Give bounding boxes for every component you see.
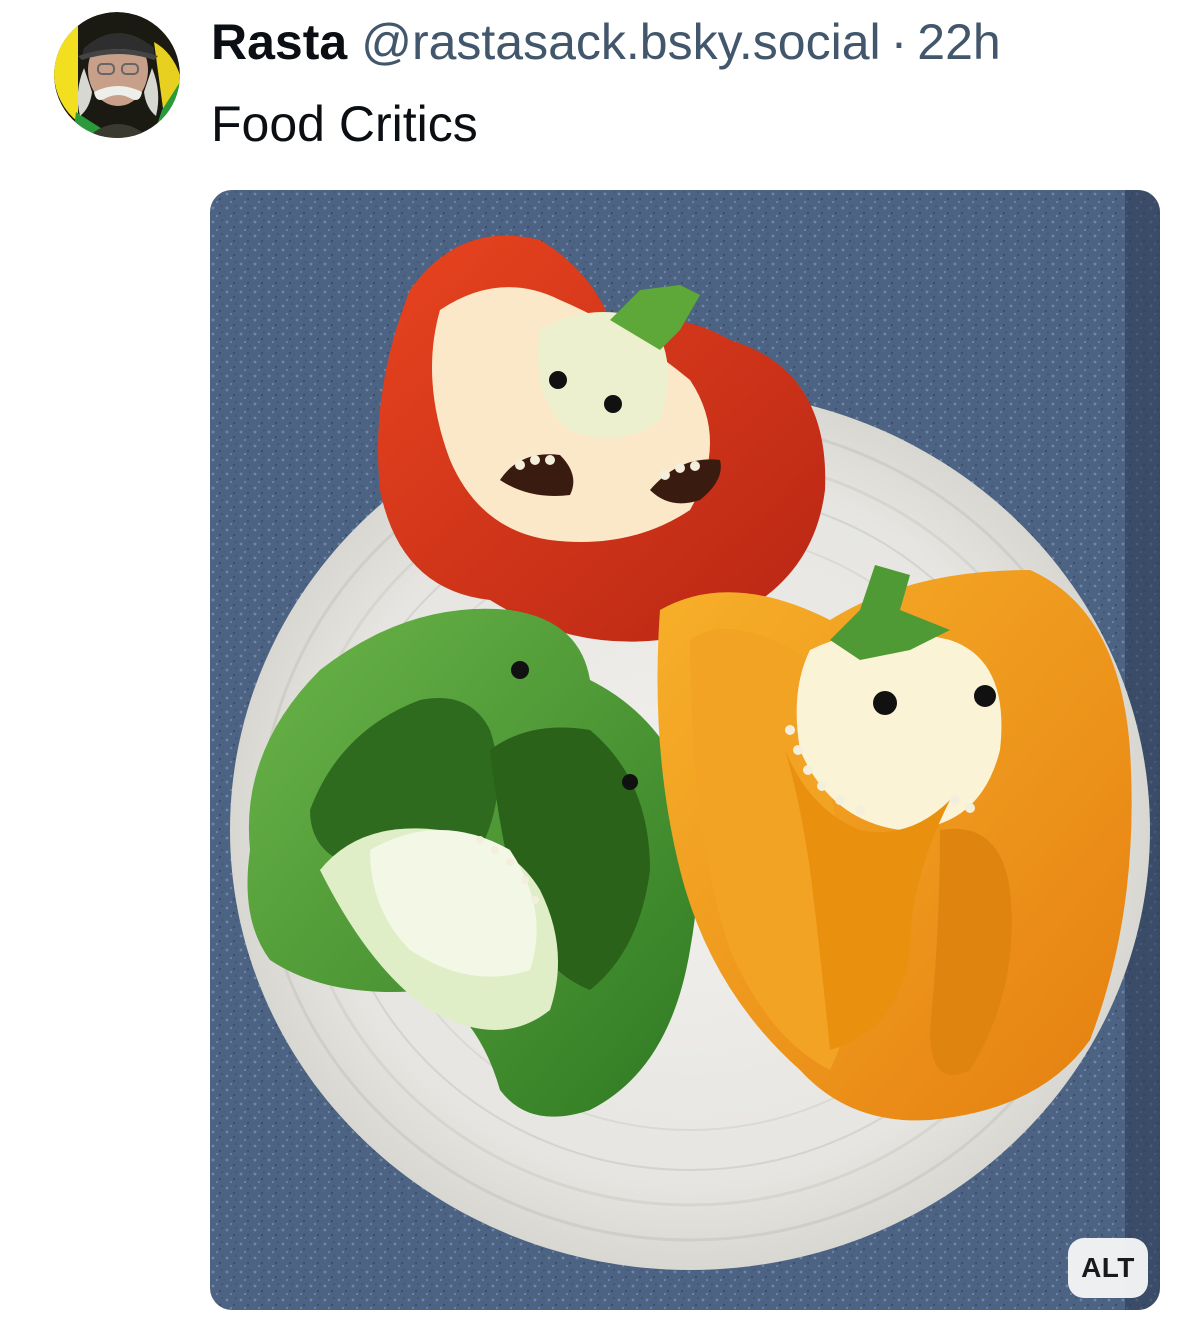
post-image[interactable]: ALT — [210, 190, 1160, 1310]
alt-text-button[interactable]: ALT — [1068, 1238, 1148, 1298]
separator-dot: · — [890, 14, 908, 70]
post-timestamp[interactable]: 22h — [917, 10, 1000, 74]
post: Rasta @rastasack.bsky.social · 22h Food … — [0, 0, 1194, 1333]
post-text: Food Critics — [211, 96, 478, 152]
post-header: Rasta @rastasack.bsky.social · 22h — [211, 10, 1001, 74]
author-avatar[interactable] — [54, 12, 180, 138]
peppers-photo — [210, 190, 1160, 1310]
author-name[interactable]: Rasta — [211, 10, 347, 74]
author-handle[interactable]: @rastasack.bsky.social — [361, 10, 880, 74]
